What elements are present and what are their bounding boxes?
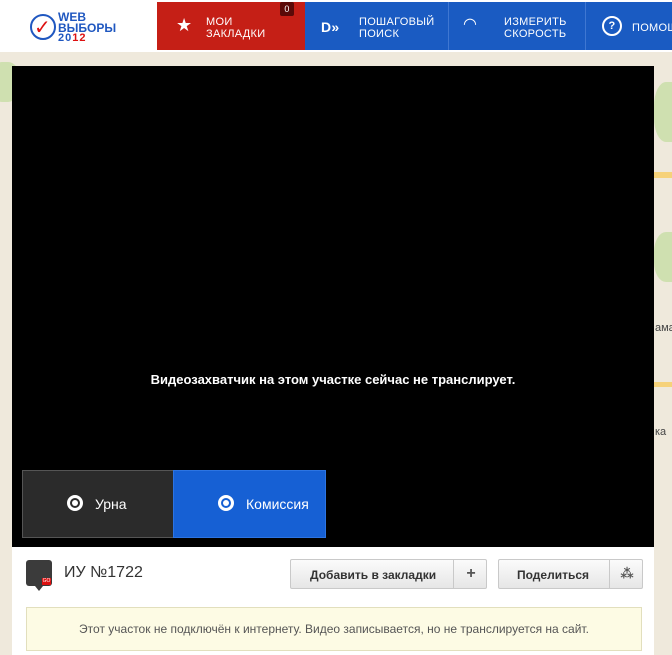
share-icon: ⁂ xyxy=(609,560,644,588)
bookmarks-count-badge: 0 xyxy=(280,2,294,16)
speedometer-icon: ◠ xyxy=(463,16,478,33)
tab-camera-urn[interactable]: Урна xyxy=(22,470,174,538)
tab-camera-commission[interactable]: Комиссия xyxy=(173,470,326,538)
star-icon: ★ xyxy=(176,15,193,35)
nav-measure-speed[interactable]: ◠ ИЗМЕРИТЬ СКОРОСТЬ xyxy=(449,2,586,50)
nav-step-search[interactable]: D» ПОШАГОВЫЙ ПОИСК xyxy=(305,2,449,50)
polling-station-title: ИУ №1722 xyxy=(64,564,143,581)
nav-help[interactable]: ? ПОМОЩ xyxy=(586,2,672,50)
help-icon: ? xyxy=(602,16,622,36)
step-forward-icon: D» xyxy=(321,19,340,35)
webvybory-logo[interactable]: ✓ WEB ВЫБОРЫ 2012 xyxy=(12,2,158,50)
webcam-icon xyxy=(218,495,234,511)
share-button[interactable]: Поделиться ⁂ xyxy=(498,559,643,589)
nav-my-bookmarks[interactable]: ★ МОИ ЗАКЛАДКИ 0 xyxy=(157,2,305,50)
logo-check-icon: ✓ xyxy=(34,17,51,39)
add-bookmark-button[interactable]: Добавить в закладки + xyxy=(290,559,487,589)
stream-status-message: Видеозахватчик на этом участке сейчас не… xyxy=(150,372,516,387)
top-navigation: ✓ WEB ВЫБОРЫ 2012 ★ МОИ ЗАКЛАДКИ 0 D» ПОШ… xyxy=(0,0,672,52)
video-player[interactable]: Видеозахватчик на этом участке сейчас не… xyxy=(12,66,654,547)
polling-station-panel: GO ИУ №1722 Добавить в закладки + Подели… xyxy=(12,547,654,655)
connection-notice: Этот участок не подключён к интернету. В… xyxy=(26,607,642,651)
polling-station-icon: GO xyxy=(26,560,52,591)
webcam-icon xyxy=(67,495,83,511)
plus-icon: + xyxy=(453,560,488,588)
map-label: ка xyxy=(655,426,667,438)
map-label: ама xyxy=(655,322,672,334)
